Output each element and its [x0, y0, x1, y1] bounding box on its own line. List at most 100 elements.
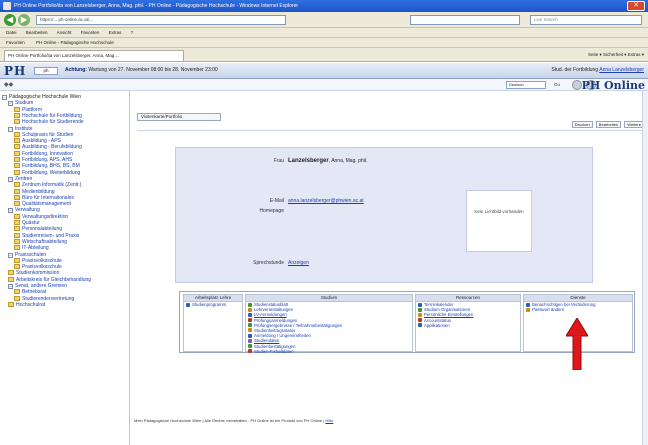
- ph-logo[interactable]: PH: [4, 64, 26, 78]
- person-surname: Lanzelsberger: [288, 158, 329, 164]
- menu-item-extras[interactable]: Extras: [109, 30, 122, 35]
- sidebar-item[interactable]: Personalabteilung: [14, 226, 62, 232]
- sidebar-item[interactable]: − Institute: [8, 126, 33, 132]
- close-icon[interactable]: ✕: [627, 1, 645, 11]
- sidebar-item-label: Studium: [15, 100, 34, 107]
- search-input[interactable]: Live Search: [530, 15, 642, 25]
- sidebar-item[interactable]: − Pädagogische Hochschule Wien: [2, 94, 81, 100]
- sidebar-item[interactable]: Studienkommission: [8, 270, 59, 276]
- go-button[interactable]: Go: [554, 81, 560, 89]
- function-link[interactable]: Studienprogramm: [192, 302, 226, 307]
- menu-item-bearbeiten[interactable]: Bearbeiten: [26, 30, 48, 35]
- tab-bar: PH Online Portfolio/ita von Lanzelsberge…: [0, 48, 648, 62]
- sidebar-item[interactable]: Praxisvolksschule: [14, 257, 62, 264]
- sidebar-item[interactable]: Hochschulrat: [8, 301, 46, 308]
- function-link[interactable]: Passwort ändern: [532, 307, 564, 312]
- folder-icon: [14, 194, 20, 200]
- sidebar-item-label: Hochschulrat: [16, 301, 46, 308]
- sidebar-item[interactable]: Fortbildung, Innovation: [14, 150, 73, 157]
- tree-collapse-icon[interactable]: −: [8, 208, 13, 214]
- tab-visitenkarte[interactable]: Visitenkarte/Portfolio: [137, 113, 221, 121]
- menu-item-datei[interactable]: Datei: [6, 30, 17, 35]
- tree-collapse-icon[interactable]: −: [8, 126, 13, 132]
- sidebar-item-label: Studierendenvertretung: [22, 295, 75, 302]
- sidebar-item[interactable]: Hochschule für Studierende: [14, 119, 84, 125]
- back-arrow-icon[interactable]: ◀: [4, 14, 16, 26]
- footer-text: Mein Pädagogische Hochschule Wien | Alle…: [134, 418, 325, 423]
- home-icon[interactable]: [572, 80, 582, 90]
- sidebar-item[interactable]: Plattform: [14, 106, 42, 113]
- sidebar-item[interactable]: − Verwaltung: [8, 207, 40, 214]
- sidebar-item[interactable]: Verwaltungsdirektion: [14, 213, 68, 220]
- folder-icon: [14, 144, 20, 150]
- sidebar-item[interactable]: Medienbildung: [14, 188, 55, 195]
- function-icon: [526, 307, 530, 312]
- function-icon: [418, 323, 422, 328]
- favorites-button[interactable]: Favoriten: [6, 40, 25, 45]
- function-link-row[interactable]: Applikationen: [416, 323, 520, 328]
- tree-collapse-icon[interactable]: −: [8, 284, 13, 289]
- forward-arrow-icon[interactable]: ▶: [18, 14, 30, 26]
- sidebar-item[interactable]: Fortbildung, BHS, BS, BM: [14, 163, 80, 169]
- sidebar-item[interactable]: Studienreisen- und Praxis: [14, 232, 79, 239]
- sidebar-item[interactable]: Arbeitskreis für Gleichbehandlung: [8, 276, 91, 283]
- function-link[interactable]: Studien-Fixhaftdaten: [254, 349, 294, 354]
- ph-button[interactable]: ph: [34, 67, 58, 75]
- sprechstunde-link[interactable]: Anzeigen: [288, 260, 309, 266]
- folder-icon: [14, 232, 20, 238]
- sidebar-item[interactable]: Fortbildung, Weiterbildung: [14, 169, 80, 176]
- sidebar-item[interactable]: Praxisvolksschule: [14, 264, 62, 270]
- menu-item-favoriten[interactable]: Favoriten: [81, 30, 100, 35]
- sidebar-item[interactable]: Qualitätsmanagement: [14, 201, 71, 207]
- sidebar-item[interactable]: Ausbildung - Berufsbildung: [14, 144, 82, 150]
- function-icon: [248, 307, 252, 312]
- function-icon: [418, 312, 422, 317]
- scrollbar[interactable]: [642, 91, 648, 445]
- user-info: Stud. der Fortbildung Anna Lanzelsberger: [551, 66, 644, 75]
- email-link[interactable]: anna.lanzelsberger@phwien.ac.at: [288, 198, 364, 204]
- sidebar-item[interactable]: − Zentren: [8, 176, 32, 182]
- navigation-tree: − Pädagogische Hochschule Wien − Studium Pla…: [0, 91, 130, 445]
- sidebar-item-label: Ausbildung - Berufsbildung: [22, 144, 82, 151]
- window-titlebar: PH Online Portfolio/ita von Lanzelsberge…: [0, 0, 648, 12]
- sidebar-item[interactable]: IT-Abteilung: [14, 245, 49, 251]
- function-link-row[interactable]: Passwort ändern: [524, 307, 632, 312]
- sidebar-item[interactable]: Ausbildung - APS: [14, 138, 61, 144]
- sidebar-item[interactable]: − Praxisschulen: [8, 252, 46, 258]
- sidebar-item[interactable]: Fortbildung, APS, AHS: [14, 157, 72, 163]
- sidebar-item[interactable]: Hochschule für Fortbildung: [14, 112, 82, 119]
- user-name-link[interactable]: Anna Lanzelsberger: [599, 67, 644, 73]
- tree-collapse-icon[interactable]: −: [2, 95, 7, 100]
- sidebar-item[interactable]: − Senat, andere Gremien: [8, 283, 67, 289]
- sidebar-item[interactable]: Schulpraxis für Studien: [14, 131, 73, 138]
- tree-collapse-icon[interactable]: −: [8, 101, 13, 107]
- sidebar-item[interactable]: Wirtschaftsabteilung: [14, 238, 67, 245]
- sidebar-item[interactable]: Betriebsrat: [14, 289, 46, 295]
- favorites-link[interactable]: PH Online - Pädagogische Hochschule: [36, 40, 114, 45]
- edit-button[interactable]: Bearbeiten: [595, 121, 622, 128]
- browser-tab[interactable]: PH Online Portfolio/ita von Lanzelsberge…: [4, 50, 184, 61]
- email-label: E-Mail: [269, 198, 284, 204]
- function-link[interactable]: Applikationen: [424, 323, 450, 328]
- sidebar-item[interactable]: Quästur: [14, 220, 40, 226]
- function-icon: [248, 333, 252, 338]
- command-bar[interactable]: Seite ▾ Sicherheit ▾ Extras ▾: [588, 51, 644, 59]
- sidebar-item-label: Pädagogische Hochschule Wien: [9, 94, 81, 100]
- tree-collapse-icon[interactable]: −: [8, 176, 13, 182]
- sidebar-item[interactable]: Büro für Internationales: [14, 194, 74, 201]
- sidebar-item[interactable]: Zentrum Informatik (Zentr.): [14, 182, 81, 188]
- tree-collapse-icon[interactable]: −: [8, 252, 13, 258]
- sidebar-item[interactable]: Studierendenvertretung: [14, 295, 75, 302]
- footer-help-link[interactable]: Hilfe: [325, 418, 333, 423]
- print-button[interactable]: Drucken: [571, 121, 593, 128]
- tree-toggle-icon[interactable]: ◆◆: [4, 81, 13, 88]
- language-select[interactable]: Deutsch: [506, 81, 546, 89]
- folder-icon: [14, 289, 20, 295]
- function-link-row[interactable]: Studienprogramm: [184, 302, 242, 307]
- function-link-row[interactable]: Studien-Fixhaftdaten: [246, 349, 412, 354]
- folder-icon: [14, 112, 20, 118]
- sidebar-item[interactable]: − Studium: [8, 100, 34, 107]
- address-bar[interactable]: https://... ph-online.ac.at/...: [36, 15, 286, 25]
- menu-item-ansicht[interactable]: Ansicht: [57, 30, 72, 35]
- menu-item-help[interactable]: ?: [131, 30, 134, 35]
